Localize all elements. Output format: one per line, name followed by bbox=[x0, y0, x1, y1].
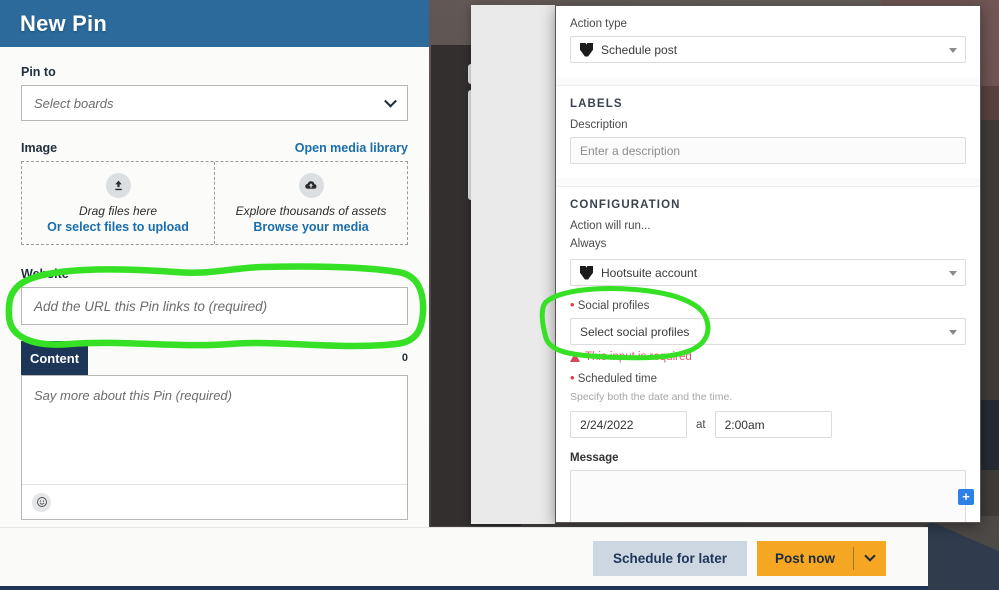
select-files-link[interactable]: Or select files to upload bbox=[47, 220, 189, 234]
add-variable-button[interactable]: + bbox=[958, 489, 974, 505]
character-counter: 0 bbox=[401, 352, 408, 364]
social-profiles-label: • Social profiles bbox=[570, 297, 966, 312]
tab-content[interactable]: Content bbox=[21, 341, 88, 375]
hootsuite-action-modal: Action type Schedule post LABELS Descrip… bbox=[555, 5, 981, 523]
pin-to-select[interactable]: Select boards bbox=[21, 85, 408, 121]
emoji-smiley-icon[interactable] bbox=[32, 492, 51, 512]
action-type-section: Action type Schedule post bbox=[556, 6, 980, 77]
message-textarea[interactable]: + bbox=[570, 470, 974, 522]
new-pin-body: Pin to Select boards Image Open media li… bbox=[0, 47, 429, 529]
hootsuite-owl-icon bbox=[580, 42, 593, 57]
hootsuite-owl-icon bbox=[580, 265, 593, 280]
chevron-down-icon bbox=[949, 48, 957, 53]
drag-files-text: Drag files here bbox=[78, 203, 158, 218]
content-editor[interactable]: Say more about this Pin (required) bbox=[21, 375, 408, 520]
window-bottom-border bbox=[0, 586, 928, 590]
social-profiles-select[interactable]: Select social profiles bbox=[570, 318, 966, 345]
labels-section: LABELS Description Enter a description bbox=[556, 86, 980, 178]
at-label: at bbox=[696, 418, 706, 431]
action-will-run-label: Action will run... bbox=[570, 220, 651, 232]
schedule-for-later-button[interactable]: Schedule for later bbox=[592, 540, 747, 576]
section-divider bbox=[556, 77, 980, 85]
configuration-section: CONFIGURATION Action will run... Always … bbox=[556, 187, 980, 522]
social-profiles-error-text: This input is required bbox=[585, 351, 692, 363]
explore-assets-cell[interactable]: Explore thousands of assets Browse your … bbox=[214, 162, 407, 244]
underlying-sidebar-panel bbox=[471, 5, 555, 524]
post-now-button[interactable]: Post now bbox=[757, 541, 853, 576]
upload-icon bbox=[105, 172, 131, 198]
scheduled-time-input[interactable]: 2:00am bbox=[714, 411, 832, 438]
post-now-button-group[interactable]: Post now bbox=[757, 540, 886, 576]
post-now-dropdown-button[interactable] bbox=[854, 541, 886, 576]
new-pin-panel: New Pin Pin to Select boards Image Open … bbox=[0, 0, 429, 590]
page-title: New Pin bbox=[20, 10, 107, 36]
description-input[interactable]: Enter a description bbox=[570, 137, 966, 164]
labels-section-title: LABELS bbox=[570, 98, 623, 110]
footer-action-bar: Schedule for later Post now bbox=[0, 527, 928, 588]
social-profiles-error: This input is required bbox=[570, 351, 966, 363]
action-type-select[interactable]: Schedule post bbox=[570, 36, 966, 63]
chevron-down-icon bbox=[949, 330, 957, 335]
description-placeholder: Enter a description bbox=[580, 143, 681, 158]
configuration-section-title: CONFIGURATION bbox=[570, 199, 681, 211]
section-divider bbox=[556, 178, 980, 186]
chevron-down-icon bbox=[949, 271, 957, 276]
social-profiles-placeholder: Select social profiles bbox=[580, 324, 690, 339]
open-media-library-link[interactable]: Open media library bbox=[295, 141, 408, 155]
message-label: Message bbox=[570, 452, 619, 464]
hootsuite-account-value: Hootsuite account bbox=[601, 265, 698, 280]
image-dropzone[interactable]: Drag files here Or select files to uploa… bbox=[21, 161, 408, 245]
screenshot-root: New Pin Pin to Select boards Image Open … bbox=[0, 0, 999, 590]
scheduled-time-row: 2/24/2022 at 2:00am bbox=[570, 411, 966, 438]
pin-to-label: Pin to bbox=[21, 65, 56, 79]
action-will-run-value: Always bbox=[570, 238, 607, 250]
required-star-icon: • bbox=[570, 297, 575, 312]
social-profiles-label-text: Social profiles bbox=[577, 300, 650, 312]
action-type-label: Action type bbox=[570, 18, 627, 30]
required-star-icon: • bbox=[570, 370, 575, 385]
content-placeholder: Say more about this Pin (required) bbox=[34, 388, 232, 403]
hootsuite-account-select[interactable]: Hootsuite account bbox=[570, 259, 966, 286]
browse-media-link[interactable]: Browse your media bbox=[253, 220, 368, 234]
scheduled-time-help: Specify both the date and the time. bbox=[570, 391, 733, 403]
website-placeholder: Add the URL this Pin links to (required) bbox=[34, 298, 268, 314]
scheduled-time-label: • Scheduled time bbox=[570, 370, 966, 385]
website-input[interactable]: Add the URL this Pin links to (required) bbox=[21, 287, 408, 325]
new-pin-header: New Pin bbox=[0, 0, 429, 47]
image-label: Image bbox=[21, 141, 58, 155]
drag-files-cell[interactable]: Drag files here Or select files to uploa… bbox=[22, 162, 214, 244]
cloud-upload-icon bbox=[298, 172, 324, 198]
scheduled-date-input[interactable]: 2/24/2022 bbox=[570, 411, 687, 438]
chevron-down-icon bbox=[384, 94, 397, 108]
description-label: Description bbox=[570, 119, 628, 131]
action-type-value: Schedule post bbox=[601, 42, 678, 57]
scheduled-time-label-text: Scheduled time bbox=[577, 373, 658, 385]
explore-assets-text: Explore thousands of assets bbox=[235, 203, 387, 218]
website-label: Website bbox=[21, 267, 69, 281]
content-toolbar bbox=[22, 484, 407, 519]
pin-to-placeholder: Select boards bbox=[34, 95, 114, 111]
chevron-down-icon bbox=[864, 550, 876, 562]
warning-triangle-icon bbox=[570, 352, 580, 362]
